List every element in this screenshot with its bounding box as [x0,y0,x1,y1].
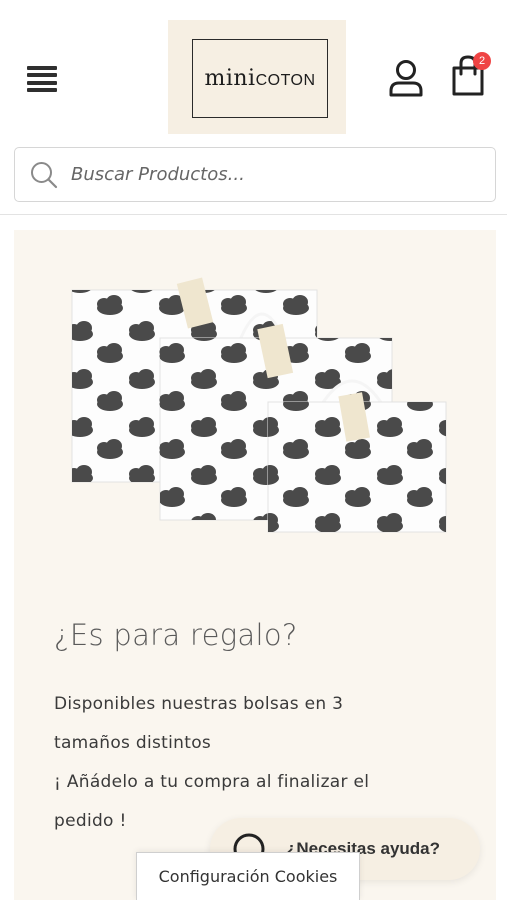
promo-title: ¿Es para regalo? [54,618,298,652]
hamburger-menu-icon[interactable] [24,62,60,96]
cart-button[interactable]: 2 [449,52,491,98]
site-header: miniCOTON 2 [0,0,507,140]
promo-line: tamaños distintos [54,733,212,753]
logo-text-small: COTON [255,72,316,89]
header-divider [0,214,507,215]
gift-promo-section: ¿Es para regalo? Disponibles nuestras bo… [14,230,496,900]
account-icon[interactable] [387,58,425,98]
cookie-settings-button[interactable]: Configuración Cookies [136,852,360,900]
bag-small [267,379,447,533]
search-bar [14,147,496,202]
search-icon[interactable] [29,160,59,190]
logo[interactable]: miniCOTON [168,20,346,134]
promo-line: Disponibles nuestras bolsas en 3 [54,694,344,714]
cart-count-badge: 2 [473,52,491,70]
gift-bags-image [71,277,447,533]
logo-frame: miniCOTON [192,39,328,118]
logo-text: miniCOTON [204,66,315,91]
search-input[interactable] [71,164,495,185]
logo-text-main: mini [204,66,256,91]
promo-line: ¡ Añádelo a tu compra al finalizar el [54,772,370,792]
